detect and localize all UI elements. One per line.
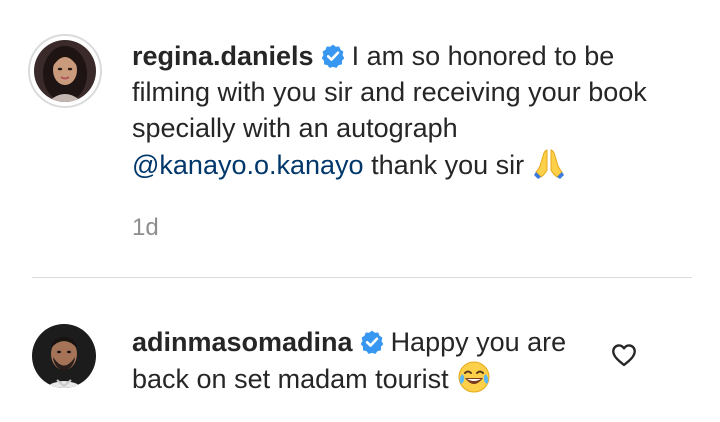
mention-link[interactable]: @kanayo.o.kanayo	[132, 150, 364, 180]
verified-badge-icon	[321, 44, 344, 68]
verified-badge-icon	[360, 330, 383, 354]
avatar-ring[interactable]	[28, 34, 102, 108]
comment-body-end: thank you sir	[371, 150, 525, 180]
username-link[interactable]: regina.daniels	[132, 41, 314, 71]
heart-outline-icon[interactable]	[610, 341, 638, 369]
tears-of-joy-emoji	[458, 361, 490, 393]
username-link[interactable]: adinmasomadina	[132, 327, 353, 357]
folded-hands-emoji	[534, 149, 565, 179]
comment-time: 1d	[132, 214, 159, 241]
avatar[interactable]	[32, 324, 96, 388]
comment-regina: regina.daniels I am so honored to be film…	[0, 0, 720, 270]
comment-text: regina.daniels I am so honored to be film…	[132, 38, 662, 183]
comment-adinma: adinmasomadina Happy you are back on set …	[0, 278, 720, 422]
comment-text: adinmasomadina Happy you are back on set …	[132, 324, 582, 397]
avatar	[34, 40, 96, 102]
